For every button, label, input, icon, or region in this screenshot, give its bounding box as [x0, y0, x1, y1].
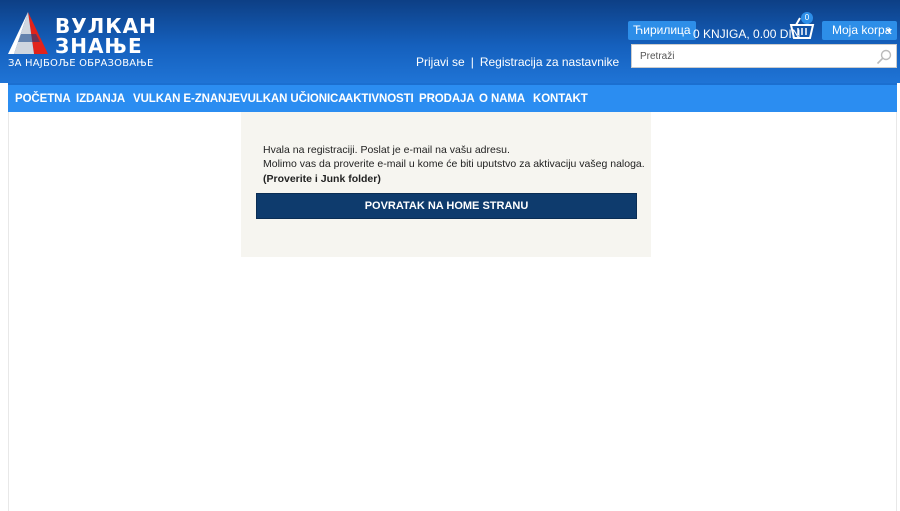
site-header: ВУЛКАН ЗНАЊЕ ЗА НАЈБОЉЕ ОБРАЗОВАЊЕ Prija…	[0, 0, 900, 83]
confirmation-message: Hvala na registraciji. Poslat je e-mail …	[263, 144, 510, 156]
nav-item-pocetna[interactable]: POČETNA	[15, 93, 71, 105]
language-toggle-button[interactable]: Ћирилица	[628, 21, 696, 40]
nav-item-prodaja[interactable]: PRODAJA	[419, 93, 475, 105]
nav-item-o-nama[interactable]: O NAMA	[479, 93, 525, 105]
cart-dropdown-label: Moja korpa	[832, 23, 892, 37]
search-icon[interactable]	[876, 49, 892, 65]
activation-instructions: Molimo vas da proverite e-mail u kome će…	[263, 158, 645, 170]
back-to-home-button[interactable]: POVRATAK NA HOME STRANU	[256, 193, 637, 219]
nav-item-vulkan-e-znanje[interactable]: VULKAN E-ZNANJE	[133, 93, 240, 105]
nav-item-aktivnosti[interactable]: AKTIVNOSTI	[345, 93, 414, 105]
nav-item-vulkan-ucionica[interactable]: VULKAN UČIONICA	[240, 93, 347, 105]
junk-folder-note: (Proverite i Junk folder)	[263, 173, 381, 185]
logo-tagline: ЗА НАЈБОЉЕ ОБРАЗОВАЊЕ	[8, 58, 154, 69]
search-input[interactable]	[632, 45, 862, 67]
register-teachers-link[interactable]: Registracija za nastavnike	[480, 55, 619, 69]
auth-separator: |	[470, 55, 474, 69]
logo-wordmark-line1: ВУЛКАН	[55, 14, 157, 38]
login-link[interactable]: Prijavi se	[416, 55, 465, 69]
logo-wordmark-line2: ЗНАЊЕ	[55, 34, 143, 58]
page-border-right	[896, 112, 897, 511]
main-nav: POČETNA IZDANJA VULKAN E-ZNANJE VULKAN U…	[8, 83, 897, 112]
registration-confirmation-panel: Hvala na registraciji. Poslat je e-mail …	[241, 112, 651, 257]
logo-mark-icon	[8, 12, 48, 54]
nav-item-kontakt[interactable]: KONTAKT	[533, 93, 588, 105]
page-border-left	[8, 112, 9, 511]
chevron-down-icon	[886, 29, 892, 33]
search-box	[631, 44, 897, 68]
cart-summary[interactable]: 0 KNJIGA, 0.00 DIN	[693, 27, 800, 41]
cart-dropdown-button[interactable]: Moja korpa	[822, 21, 897, 40]
auth-links: Prijavi se | Registracija za nastavnike	[416, 55, 619, 69]
logo[interactable]: ВУЛКАН ЗНАЊЕ ЗА НАЈБОЉЕ ОБРАЗОВАЊЕ	[8, 10, 156, 72]
basket-count-badge: 0	[801, 12, 813, 24]
nav-item-izdanja[interactable]: IZDANJA	[76, 93, 125, 105]
